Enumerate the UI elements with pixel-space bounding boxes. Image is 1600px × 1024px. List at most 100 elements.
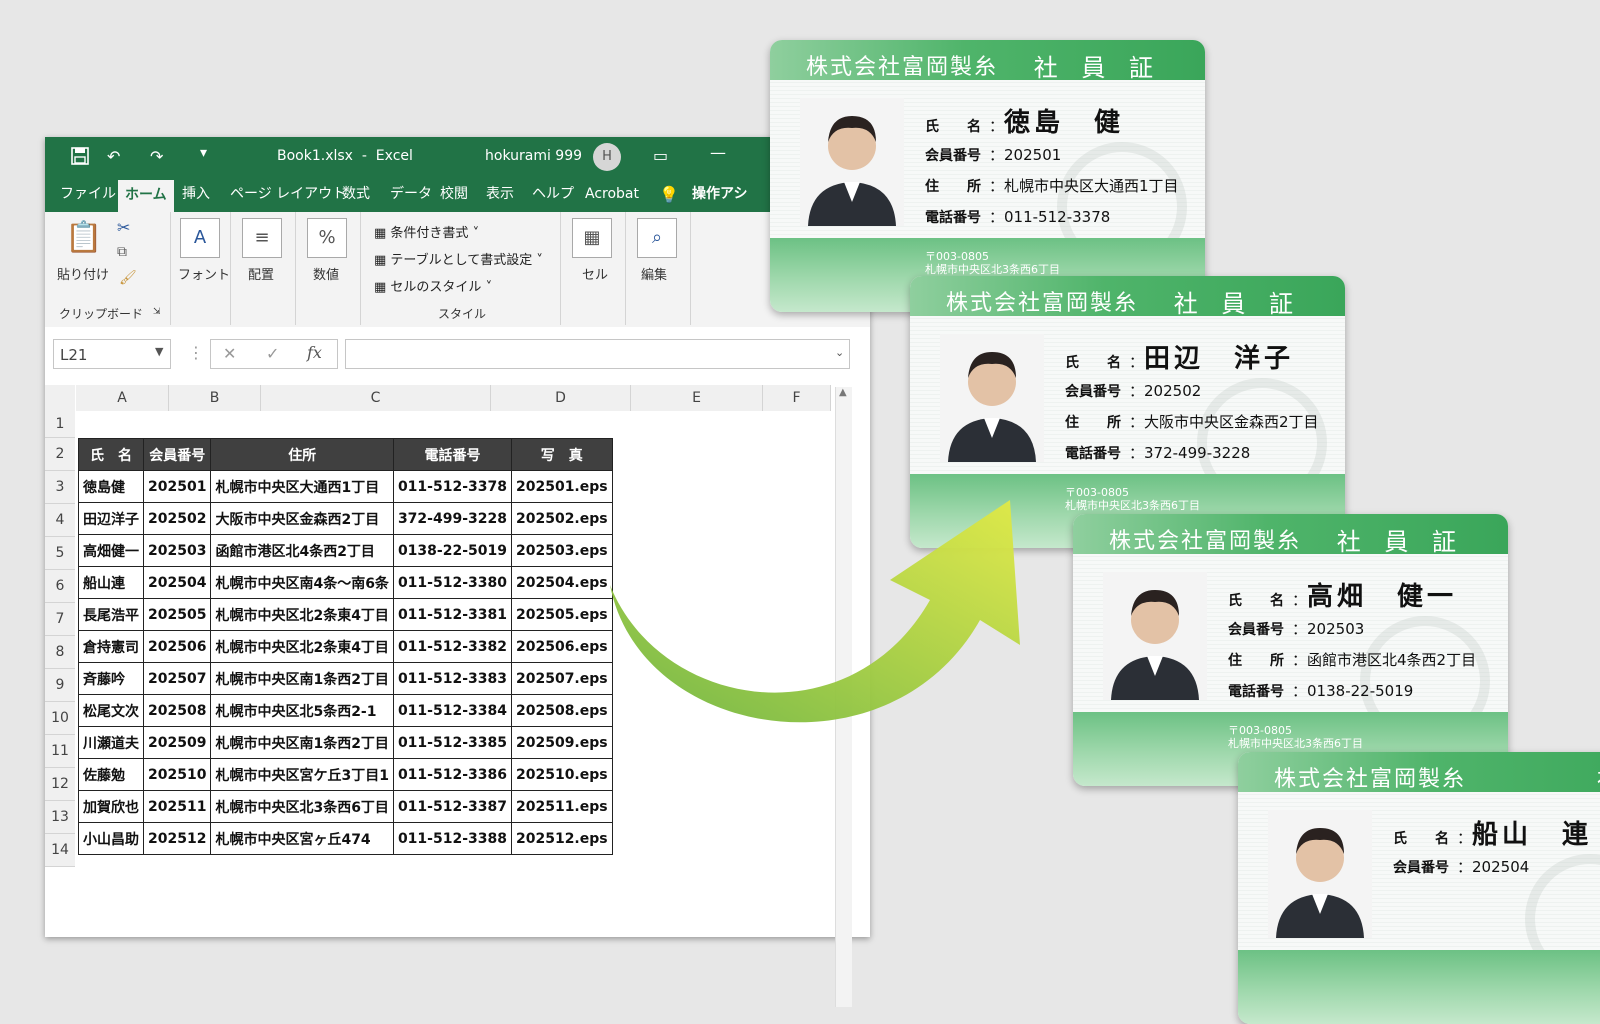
column-header-d[interactable]: D [491,385,631,411]
row-header[interactable]: 9 [45,669,75,702]
row-header[interactable]: 4 [45,504,75,537]
cell-photo[interactable]: 202511.eps [510,790,613,823]
tab-review[interactable]: 校閲 [433,177,475,212]
number-button[interactable]: 数値 [313,264,339,283]
cell-address[interactable]: 大阪市中央区金森西2丁目 [210,502,394,535]
cell-name[interactable]: 小山昌助 [78,822,144,855]
tab-home[interactable]: ホーム [118,180,174,212]
cell-phone[interactable]: 0138-22-5019 [392,534,512,567]
cell-phone[interactable]: 372-499-3228 [392,502,512,535]
cell-number[interactable]: 202505 [142,598,212,631]
minimize-icon[interactable]: — [710,143,726,162]
tab-acrobat[interactable]: Acrobat [578,177,646,212]
cell-phone[interactable]: 011-512-3381 [392,598,512,631]
copy-icon[interactable]: ⧉ [117,244,127,260]
cell-name[interactable]: 加賀欣也 [78,790,144,823]
customize-toolbar-icon[interactable]: ▾ [200,145,207,161]
tab-data[interactable]: データ [383,177,439,212]
cell-name[interactable]: 船山連 [78,566,144,599]
cell-address[interactable]: 札幌市中央区南1条西2丁目 [210,726,394,759]
cell-number[interactable]: 202509 [142,726,212,759]
format-as-table-button[interactable]: ▦ テーブルとして書式設定 ˅ [374,249,543,268]
align-icon[interactable]: ≡ [242,218,282,258]
paste-icon[interactable]: 📋 [65,220,102,255]
row-header[interactable]: 8 [45,636,75,669]
cell-number[interactable]: 202511 [142,790,212,823]
cell-phone[interactable]: 011-512-3386 [392,758,512,791]
cell-number[interactable]: 202508 [142,694,212,727]
tab-file[interactable]: ファイル [53,177,123,212]
cell-address[interactable]: 札幌市中央区北5条西2-1 [210,694,394,727]
column-header-b[interactable]: B [169,385,261,411]
cell-phone[interactable]: 011-512-3384 [392,694,512,727]
tab-view[interactable]: 表示 [479,177,521,212]
cell-number[interactable]: 202503 [142,534,212,567]
cell-phone[interactable]: 011-512-3385 [392,726,512,759]
cell-photo[interactable]: 202505.eps [510,598,613,631]
search-icon[interactable]: ⌕ [637,218,677,258]
cell-photo[interactable]: 202502.eps [510,502,613,535]
cell-phone[interactable]: 011-512-3388 [392,822,512,855]
cell-name[interactable]: 松尾文次 [78,694,144,727]
cells-button[interactable]: セル [582,264,608,283]
align-button[interactable]: 配置 [248,264,274,283]
select-all-corner[interactable] [45,385,75,411]
avatar[interactable]: H [593,143,621,171]
column-header-f[interactable]: F [763,385,831,411]
cell-styles-button[interactable]: ▦ セルのスタイル ˅ [374,276,492,295]
cell-address[interactable]: 札幌市中央区北2条東4丁目 [210,630,394,663]
percent-icon[interactable]: % [307,218,347,258]
cell-photo[interactable]: 202506.eps [510,630,613,663]
column-header-e[interactable]: E [631,385,763,411]
cell-phone[interactable]: 011-512-3378 [392,470,512,503]
tab-formulas[interactable]: 数式 [335,177,377,212]
user-name[interactable]: hokurami 999 [485,148,582,164]
conditional-format-button[interactable]: ▦ 条件付き書式 ˅ [374,222,479,241]
expand-formula-icon[interactable]: ⌄ [835,346,844,359]
row-header[interactable]: 10 [45,702,75,735]
row-header[interactable]: 7 [45,603,75,636]
column-header-c[interactable]: C [261,385,491,411]
tab-page-layout[interactable]: ページ レイアウト [223,177,353,212]
cell-name[interactable]: 長尾浩平 [78,598,144,631]
cell-address[interactable]: 函館市港区北4条西2丁目 [210,534,394,567]
editing-button[interactable]: 編集 [641,264,667,283]
cell-photo[interactable]: 202507.eps [510,662,613,695]
redo-icon[interactable]: ↷ [150,147,163,166]
cell-name[interactable]: 徳島健 [78,470,144,503]
row-header[interactable]: 6 [45,570,75,603]
name-box[interactable]: L21 [53,339,171,369]
cell-address[interactable]: 札幌市中央区北3条西6丁目 [210,790,394,823]
column-header-a[interactable]: A [76,385,169,411]
save-icon[interactable] [71,147,89,169]
cell-phone[interactable]: 011-512-3382 [392,630,512,663]
cell-photo[interactable]: 202509.eps [510,726,613,759]
scroll-up-icon[interactable]: ▲ [839,387,847,398]
cell-address[interactable]: 札幌市中央区大通西1丁目 [210,470,394,503]
header-photo[interactable]: 写 真 [510,438,613,471]
cell-name[interactable]: 高畑健一 [78,534,144,567]
tab-help[interactable]: ヘルプ [525,177,581,212]
ribbon-display-icon[interactable]: ▭ [653,146,668,165]
cancel-icon[interactable]: ✕ [223,344,236,363]
cell-photo[interactable]: 202510.eps [510,758,613,791]
cell-number[interactable]: 202507 [142,662,212,695]
cell-photo[interactable]: 202504.eps [510,566,613,599]
cell-address[interactable]: 札幌市中央区南1条西2丁目 [210,662,394,695]
row-header[interactable]: 11 [45,735,75,768]
row-header[interactable]: 2 [45,438,75,471]
cell-name[interactable]: 川瀬道夫 [78,726,144,759]
row-header[interactable]: 13 [45,801,75,834]
cell-photo[interactable]: 202512.eps [510,822,613,855]
cell-address[interactable]: 札幌市中央区宮ケ丘3丁目1 [210,758,394,791]
cell-number[interactable]: 202501 [142,470,212,503]
cell-photo[interactable]: 202508.eps [510,694,613,727]
cell-number[interactable]: 202504 [142,566,212,599]
header-phone[interactable]: 電話番号 [392,438,512,471]
row-header[interactable]: 3 [45,471,75,504]
cell-name[interactable]: 斉藤吟 [78,662,144,695]
header-name[interactable]: 氏 名 [78,438,144,471]
cell-name[interactable]: 佐藤勉 [78,758,144,791]
cell-name[interactable]: 倉持憲司 [78,630,144,663]
font-icon[interactable]: A [180,218,220,258]
